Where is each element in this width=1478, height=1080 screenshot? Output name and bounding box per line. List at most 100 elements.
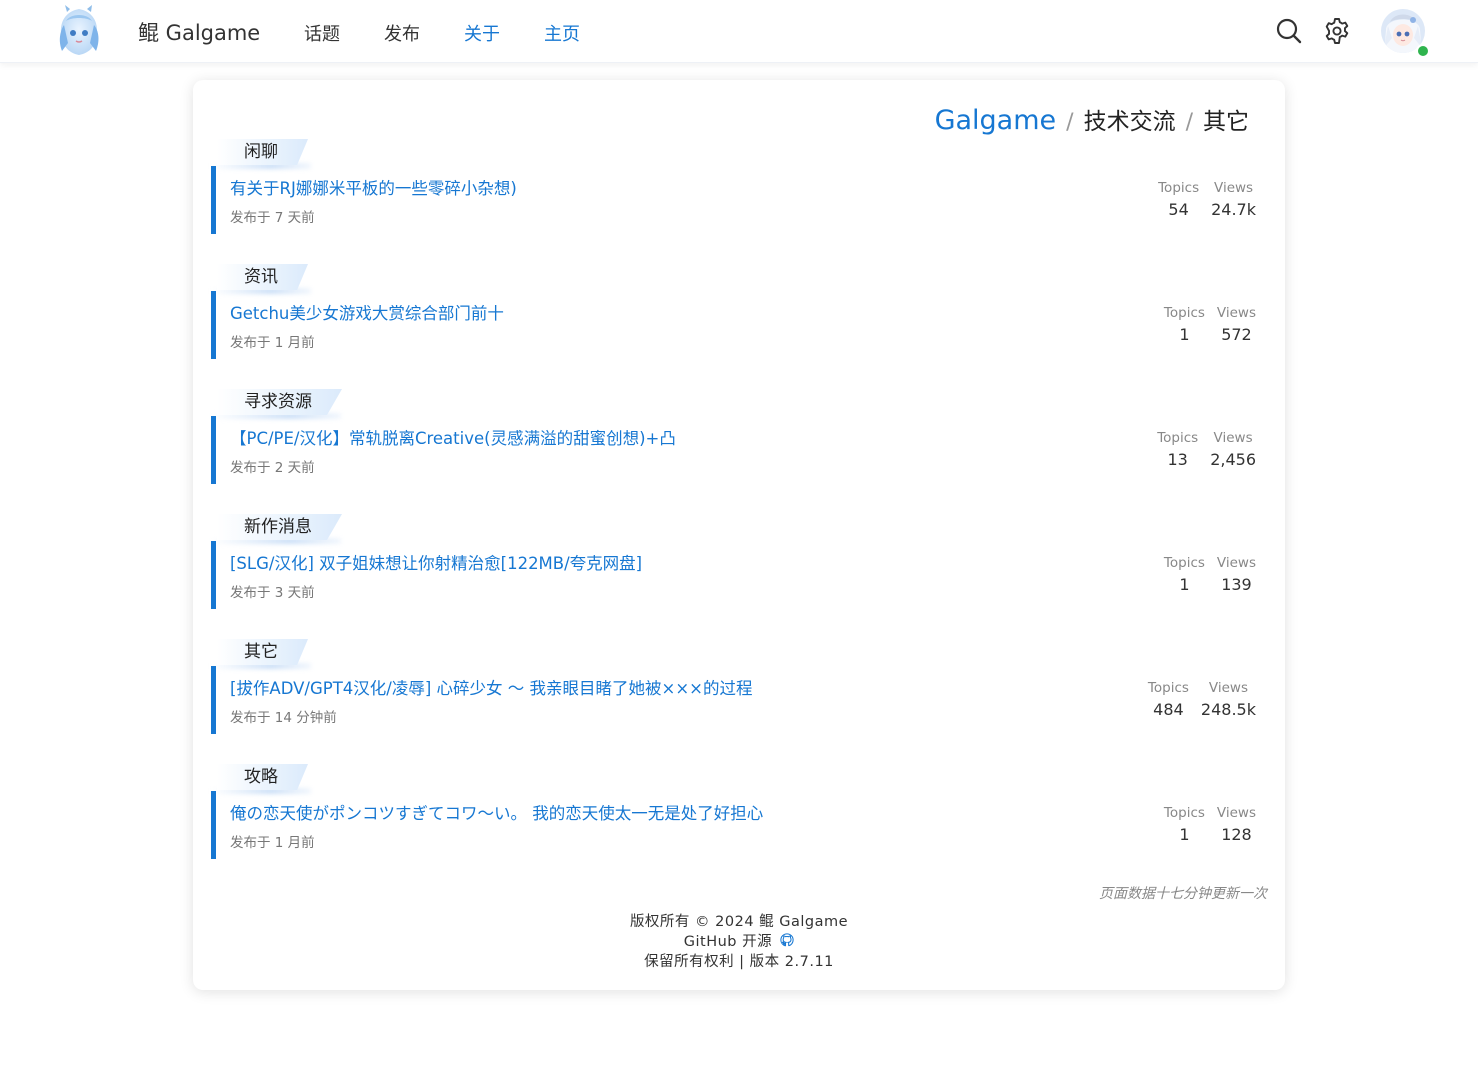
nav-about[interactable]: 关于 [464, 20, 500, 46]
category-tag[interactable]: 资讯 [217, 264, 308, 290]
views-count: 248.5k [1200, 700, 1256, 719]
views-stat: Views 572 [1217, 305, 1256, 348]
views-stat: Views 128 [1217, 805, 1256, 848]
category-block-resources: 寻求资源 【PC/PE/汉化】常轨脱离Creative(灵感满溢的甜蜜创想)+凸… [211, 389, 1261, 509]
topics-count: 1 [1179, 825, 1190, 844]
category-block-guides: 攻略 俺の恋天使がポンコツすぎてコワ～い。 我的恋天使太一无是处了好担心 发布于… [211, 764, 1261, 884]
latest-topic-time: 发布于 1 月前 [230, 335, 315, 351]
search-button[interactable] [1274, 16, 1304, 46]
views-stat: Views 2,456 [1210, 430, 1256, 473]
topics-stat: Topics 13 [1157, 430, 1198, 473]
breadcrumb-level1[interactable]: 技术交流 [1084, 109, 1176, 135]
topics-count: 13 [1167, 450, 1188, 469]
topics-label: Topics [1157, 430, 1199, 446]
views-stat: Views 24.7k [1211, 180, 1256, 223]
category-stats: Topics 1 Views 572 [1164, 305, 1256, 348]
page-footer: 版权所有 © 2024 鲲 Galgame GitHub 开源 保留所有权利 |… [193, 912, 1285, 972]
views-count: 24.7k [1211, 200, 1256, 219]
topics-stat: Topics 54 [1158, 180, 1199, 223]
category-stats: Topics 13 Views 2,456 [1157, 430, 1256, 473]
views-stat: Views 248.5k [1201, 680, 1256, 723]
logo-image [59, 5, 99, 55]
latest-topic-link[interactable]: 有关于RJ娜娜米平板的一些零碎小杂想) [230, 175, 517, 199]
github-icon[interactable] [780, 933, 794, 947]
category-tag[interactable]: 新作消息 [217, 514, 342, 540]
breadcrumb-separator: / [1185, 110, 1193, 135]
top-navigation-bar: 鲲 Galgame 话题 发布 关于 主页 [0, 0, 1478, 63]
latest-topic-time: 发布于 3 天前 [230, 585, 315, 601]
topics-count: 1 [1179, 325, 1190, 344]
category-card: Galgame / 技术交流 / 其它 闲聊 有关于RJ娜娜米平板的一些零碎小杂想) 发… [193, 80, 1285, 990]
category-body: [拔作ADV/GPT4汉化/凌辱] 心碎少女 ～ 我亲眼目睹了她被×××的过程 … [211, 666, 1266, 734]
nav-topics[interactable]: 话题 [304, 20, 340, 46]
latest-topic-link[interactable]: [SLG/汉化] 双子姐妹想让你射精治愈[122MB/夸克网盘] [230, 550, 642, 574]
views-label: Views [1216, 805, 1256, 821]
topics-stat: Topics 1 [1164, 805, 1205, 848]
category-body: 【PC/PE/汉化】常轨脱离Creative(灵感满溢的甜蜜创想)+凸 发布于 … [211, 416, 1266, 484]
category-body: 有关于RJ娜娜米平板的一些零碎小杂想) 发布于 7 天前 Topics 54 V… [211, 166, 1266, 234]
breadcrumb-separator: / [1066, 110, 1074, 135]
breadcrumb: Galgame / 技术交流 / 其它 [935, 102, 1249, 136]
update-note: 页面数据十七分钟更新一次 [1099, 886, 1267, 902]
latest-topic-time: 发布于 14 分钟前 [230, 710, 337, 726]
category-stats: Topics 54 Views 24.7k [1158, 180, 1256, 223]
views-label: Views [1216, 305, 1256, 321]
views-label: Views [1213, 430, 1253, 446]
views-count: 572 [1221, 325, 1252, 344]
topics-stat: Topics 484 [1148, 680, 1189, 723]
search-icon [1276, 18, 1302, 44]
latest-topic-link[interactable]: 【PC/PE/汉化】常轨脱离Creative(灵感满溢的甜蜜创想)+凸 [230, 425, 676, 449]
topics-label: Topics [1158, 180, 1200, 196]
github-link[interactable]: GitHub 开源 [684, 934, 772, 950]
latest-topic-time: 发布于 2 天前 [230, 460, 315, 476]
topics-count: 484 [1153, 700, 1184, 719]
topics-label: Topics [1147, 680, 1189, 696]
category-stats: Topics 484 Views 248.5k [1148, 680, 1256, 723]
category-stats: Topics 1 Views 139 [1164, 555, 1256, 598]
category-body: 俺の恋天使がポンコツすぎてコワ～い。 我的恋天使太一无是处了好担心 发布于 1 … [211, 791, 1266, 859]
category-stats: Topics 1 Views 128 [1164, 805, 1256, 848]
latest-topic-link[interactable]: Getchu美少女游戏大赏综合部门前十 [230, 300, 504, 324]
latest-topic-time: 发布于 1 月前 [230, 835, 315, 851]
footer-copyright: 版权所有 © 2024 鲲 Galgame [629, 914, 849, 930]
views-label: Views [1208, 680, 1248, 696]
github-link-label: GitHub 开源 [683, 934, 773, 950]
topics-label: Topics [1163, 555, 1205, 571]
category-body: [SLG/汉化] 双子姐妹想让你射精治愈[122MB/夸克网盘] 发布于 3 天… [211, 541, 1266, 609]
category-block-chat: 闲聊 有关于RJ娜娜米平板的一些零碎小杂想) 发布于 7 天前 Topics 5… [211, 139, 1261, 259]
views-count: 2,456 [1210, 450, 1256, 469]
category-tag[interactable]: 闲聊 [217, 139, 308, 165]
category-block-news: 资讯 Getchu美少女游戏大赏综合部门前十 发布于 1 月前 Topics 1… [211, 264, 1261, 384]
category-tag[interactable]: 攻略 [217, 764, 308, 790]
category-tag[interactable]: 寻求资源 [217, 389, 342, 415]
nav-home[interactable]: 主页 [544, 20, 580, 46]
views-count: 139 [1221, 575, 1252, 594]
latest-topic-link[interactable]: 俺の恋天使がポンコツすぎてコワ～い。 我的恋天使太一无是处了好担心 [230, 800, 763, 824]
topics-label: Topics [1163, 305, 1205, 321]
user-avatar[interactable] [1380, 8, 1430, 58]
nav-publish[interactable]: 发布 [384, 20, 420, 46]
topics-stat: Topics 1 [1164, 555, 1205, 598]
breadcrumb-level2[interactable]: 其它 [1203, 109, 1249, 135]
topics-count: 1 [1179, 575, 1190, 594]
online-status-indicator [1416, 44, 1430, 58]
breadcrumb-root[interactable]: Galgame [935, 105, 1057, 136]
settings-button[interactable] [1322, 16, 1352, 46]
latest-topic-link[interactable]: [拔作ADV/GPT4汉化/凌辱] 心碎少女 ～ 我亲眼目睹了她被×××的过程 [230, 675, 753, 699]
topics-stat: Topics 1 [1164, 305, 1205, 348]
topics-label: Topics [1163, 805, 1205, 821]
category-block-others: 其它 [拔作ADV/GPT4汉化/凌辱] 心碎少女 ～ 我亲眼目睹了她被×××的… [211, 639, 1261, 759]
category-tag[interactable]: 其它 [217, 639, 308, 665]
footer-github-line: GitHub 开源 [193, 932, 1285, 952]
views-count: 128 [1221, 825, 1252, 844]
brand-name[interactable]: 鲲 Galgame [138, 17, 260, 47]
topics-count: 54 [1168, 200, 1189, 219]
views-label: Views [1214, 180, 1254, 196]
latest-topic-time: 发布于 7 天前 [230, 210, 315, 226]
site-logo[interactable] [52, 5, 106, 59]
footer-rights-version: 保留所有权利 | 版本 2.7.11 [644, 954, 834, 970]
views-label: Views [1216, 555, 1256, 571]
gear-icon [1325, 18, 1349, 44]
category-body: Getchu美少女游戏大赏综合部门前十 发布于 1 月前 Topics 1 Vi… [211, 291, 1266, 359]
views-stat: Views 139 [1217, 555, 1256, 598]
